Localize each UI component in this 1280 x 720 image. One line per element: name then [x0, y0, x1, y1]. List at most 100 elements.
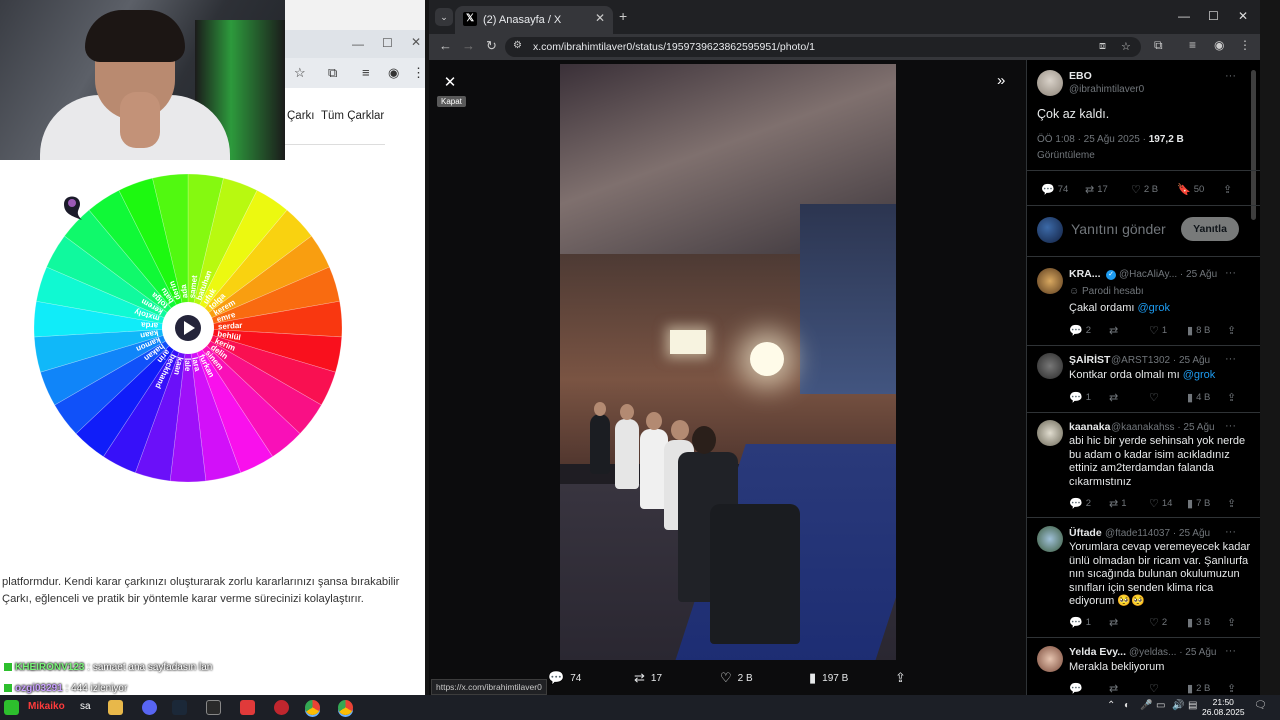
close-viewer-button[interactable]: ✕ — [439, 72, 461, 94]
reply-handle[interactable]: @yeldas... · 25 Ağu — [1129, 647, 1216, 658]
media-controls-icon[interactable]: ≡ — [1189, 38, 1196, 52]
bookmark-star-icon[interactable]: ☆ — [294, 65, 306, 81]
reply-handle[interactable]: @ftade114037 · 25 Ağu — [1105, 528, 1210, 539]
tray-icon[interactable]: ▤ — [1188, 700, 1197, 711]
menu-icon[interactable]: ⋮ — [1239, 38, 1251, 52]
reply-repost-button[interactable]: ⇄ — [1109, 324, 1121, 337]
microphone-icon[interactable]: 🎤 — [1140, 700, 1152, 711]
mention-link[interactable]: @grok — [1137, 302, 1170, 314]
close-icon[interactable]: ✕ — [411, 35, 421, 49]
discord-icon[interactable] — [142, 700, 157, 715]
extensions-icon[interactable]: ⧉ — [1154, 38, 1163, 53]
reply-like-button[interactable]: ♡ 1 — [1149, 324, 1167, 337]
reload-icon[interactable]: ↻ — [486, 38, 497, 54]
minimize-icon[interactable]: — — [1178, 9, 1190, 23]
tweet-photo[interactable] — [560, 64, 896, 660]
tab-x-home[interactable]: 𝕏 (2) Anasayfa / X ✕ — [455, 6, 613, 34]
kick-app-icon[interactable] — [4, 700, 19, 715]
reply-author[interactable]: Yelda Evy... — [1069, 646, 1126, 658]
more-options-icon[interactable]: ··· — [1225, 526, 1236, 538]
like-button[interactable]: ♡ 2 B — [1131, 183, 1158, 196]
reply-like-button[interactable]: ♡ — [1149, 682, 1162, 695]
reply-views[interactable]: ▮ 7 B — [1187, 497, 1210, 510]
reply-repost-button[interactable]: ⇄ — [1109, 391, 1121, 404]
media-icon[interactable]: ≡ — [362, 65, 370, 80]
collapse-panel-icon[interactable]: » — [997, 72, 1005, 89]
nav-link-all-wheels[interactable]: Tüm Çarklar — [321, 110, 384, 122]
reply-reply-button[interactable]: 💬 1 — [1069, 391, 1091, 404]
profile-icon[interactable]: ◉ — [388, 65, 399, 81]
reply-like-button[interactable]: ♡ 2 — [1149, 616, 1167, 629]
reply-share-button[interactable]: ⇪ — [1227, 616, 1239, 629]
reply-input[interactable]: Yanıtını gönder — [1071, 221, 1166, 237]
reply-repost-button[interactable]: ⇄ — [1109, 682, 1121, 695]
reply-author[interactable]: kaanaka — [1069, 421, 1110, 433]
reply-author[interactable]: KRA... — [1069, 268, 1101, 280]
author-avatar[interactable] — [1037, 70, 1063, 96]
bookmark-button[interactable]: 🔖 50 — [1177, 183, 1204, 196]
reply-author[interactable]: Üftade — [1069, 527, 1102, 539]
steam-icon[interactable] — [172, 700, 187, 715]
viewer-share-button[interactable]: ⇪ — [895, 670, 912, 686]
epic-games-icon[interactable] — [206, 700, 221, 715]
reply-avatar[interactable] — [1037, 526, 1063, 552]
reply-submit-button[interactable]: Yanıtla — [1181, 217, 1239, 241]
more-options-icon[interactable]: ··· — [1225, 70, 1236, 82]
forward-icon[interactable]: → — [462, 38, 475, 53]
reply-views[interactable]: ▮ 4 B — [1187, 391, 1210, 404]
reply-share-button[interactable]: ⇪ — [1227, 324, 1239, 337]
profile-icon[interactable]: ◉ — [1214, 38, 1224, 52]
reply-like-button[interactable]: ♡ — [1149, 391, 1162, 404]
tab-close-icon[interactable]: ✕ — [595, 11, 605, 25]
reply-handle[interactable]: @kaanakahss · 25 Ağu — [1111, 422, 1215, 433]
nav-link-wheel[interactable]: Çarkı — [287, 110, 314, 122]
reply-share-button[interactable]: ⇪ — [1227, 497, 1239, 510]
reply-views[interactable]: ▮ 2 B — [1187, 682, 1210, 695]
back-icon[interactable]: ← — [439, 38, 452, 53]
reply-button[interactable]: 💬 74 — [1041, 183, 1068, 196]
reply-repost-button[interactable]: ⇄ 1 — [1109, 497, 1127, 510]
tray-app-icon[interactable]: ◐ — [1124, 700, 1130, 711]
share-button[interactable]: ⇪ — [1223, 183, 1235, 196]
reply-avatar[interactable] — [1037, 268, 1063, 294]
decision-wheel[interactable]: sametbatuhanufuktolgakerememreserdarbehl… — [34, 174, 342, 482]
address-bar[interactable]: ⚙ x.com/ibrahimtilaver0/status/195973962… — [505, 37, 1141, 57]
minimize-icon[interactable]: — — [352, 37, 364, 51]
tray-expand-icon[interactable]: ⌃ — [1107, 700, 1115, 711]
reply-author[interactable]: ŞAİRİST — [1069, 354, 1110, 366]
site-info-icon[interactable]: ⚙ — [513, 40, 522, 51]
reply-handle[interactable]: @HacAliAy... · 25 Ağu — [1119, 269, 1217, 280]
extensions-icon[interactable]: ⧉ — [328, 65, 337, 81]
repost-button[interactable]: ⇄ 17 — [1085, 183, 1108, 196]
viewer-views[interactable]: ▮ 197 B — [809, 670, 848, 686]
chrome-icon[interactable] — [338, 700, 353, 715]
mention-link[interactable]: @grok — [1183, 369, 1216, 381]
network-icon[interactable]: ▭ — [1156, 700, 1165, 711]
new-tab-icon[interactable]: + — [619, 8, 627, 24]
menu-icon[interactable]: ⋮ — [412, 65, 425, 81]
reply-avatar[interactable] — [1037, 646, 1063, 672]
reply-views[interactable]: ▮ 8 B — [1187, 324, 1210, 337]
more-options-icon[interactable]: ··· — [1225, 267, 1236, 279]
maximize-icon[interactable]: ☐ — [1208, 9, 1219, 23]
app-icon[interactable] — [274, 700, 289, 715]
author-name[interactable]: EBO — [1069, 70, 1092, 82]
reply-share-button[interactable]: ⇪ — [1227, 682, 1239, 695]
reply-avatar[interactable] — [1037, 420, 1063, 446]
file-explorer-icon[interactable] — [108, 700, 123, 715]
reply-avatar[interactable] — [1037, 353, 1063, 379]
maximize-icon[interactable]: ☐ — [382, 36, 393, 50]
reply-reply-button[interactable]: 💬 2 — [1069, 497, 1091, 510]
chrome-icon[interactable] — [305, 700, 320, 715]
reply-reply-button[interactable]: 💬 2 — [1069, 324, 1091, 337]
viewer-reply-button[interactable]: 💬 74 — [548, 670, 581, 686]
reply-handle[interactable]: @ARST1302 · 25 Ağu — [1111, 355, 1210, 366]
author-handle[interactable]: @ibrahimtilaver0 — [1069, 84, 1144, 95]
panel-scrollbar[interactable] — [1251, 70, 1256, 220]
viewer-repost-button[interactable]: ⇄ 17 — [634, 670, 662, 686]
reply-views[interactable]: ▮ 3 B — [1187, 616, 1210, 629]
notifications-icon[interactable]: 🗨 — [1254, 700, 1267, 711]
app-icon[interactable] — [240, 700, 255, 715]
more-options-icon[interactable]: ··· — [1225, 645, 1236, 657]
volume-icon[interactable]: 🔊 — [1172, 700, 1184, 711]
